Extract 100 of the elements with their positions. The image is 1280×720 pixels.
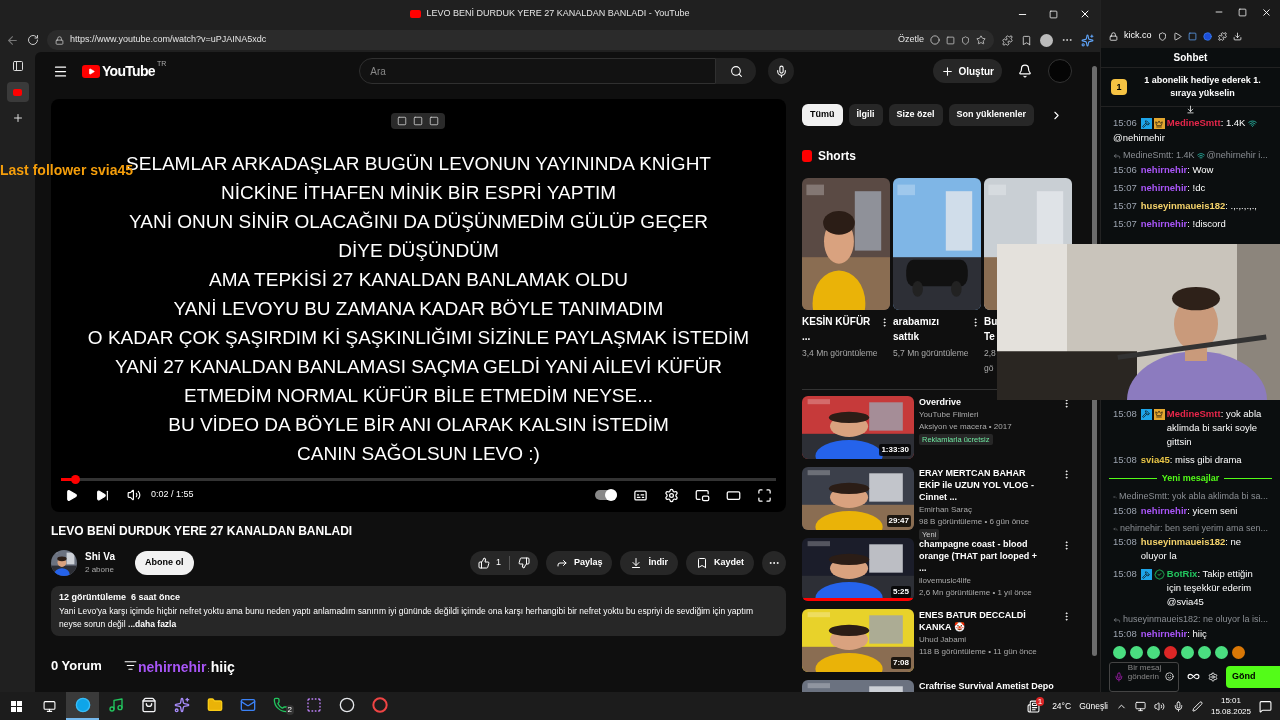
youtube-logo-icon[interactable] (82, 64, 100, 78)
store-icon (140, 697, 157, 713)
send-button[interactable]: Gönd (1226, 666, 1280, 688)
menu-icon[interactable] (53, 63, 68, 79)
short-title[interactable]: arabamızı sattık (893, 314, 963, 344)
clock-date[interactable]: 15.08.2025 (1210, 706, 1251, 717)
volume-icon[interactable] (1153, 700, 1165, 712)
create-button[interactable]: Oluştur (933, 59, 1002, 83)
notification-count: 2 (285, 705, 294, 715)
share-button[interactable]: Paylaş (545, 550, 613, 575)
emote-icon[interactable] (1198, 646, 1211, 659)
emoji-icon[interactable] (1165, 672, 1174, 682)
extensions-icon[interactable] (1002, 34, 1013, 46)
emote-icon[interactable] (1113, 646, 1126, 659)
hammer-badge-icon (1140, 118, 1152, 130)
description-text: Yani Levo'ya karşı içimde hiçbir nefret yoktu ama bunu neden yaptı anlamadım sanırım iyi gününde değildi içimde ona karşı herhangibi bir nefret yoktu bu espriyi de sevdiğim için yaptım neyse sorun değil ...daha fazla (59, 604, 755, 631)
emote-icon[interactable] (1215, 646, 1228, 659)
settings-icon[interactable] (1208, 672, 1218, 682)
close-icon[interactable] (1261, 6, 1272, 18)
channel-name[interactable]: Shi Va (85, 549, 115, 564)
miniplayer-icon[interactable] (695, 487, 710, 503)
filter-chip[interactable]: Tümü (802, 104, 843, 126)
save-button[interactable]: Kaydet (686, 550, 754, 575)
message-field[interactable]: Bir mesaj gönderin (1109, 662, 1179, 692)
verified-badge-icon (1153, 569, 1165, 581)
emote-icon[interactable] (1181, 646, 1194, 659)
download-button[interactable]: İndir (620, 550, 678, 575)
play-icon[interactable] (1172, 31, 1182, 41)
captions-icon[interactable] (633, 487, 648, 503)
download-icon[interactable] (1232, 31, 1242, 41)
subtitle-line: ETMEDİM NORMAL KÜFÜR BİLE ETMEDİM NEYSE... (183, 384, 654, 408)
refresh-icon[interactable] (27, 34, 39, 46)
fullscreen-icon[interactable] (757, 487, 772, 503)
url-text[interactable]: kick.co (1124, 29, 1152, 43)
channel-name[interactable]: YouTube Filmleri (919, 409, 1056, 421)
video-title-link[interactable]: ERAY MERTCAN BAHAR EKİP ile UZUN YOL VLOG - Cinnet ... (919, 467, 1056, 503)
address-bar[interactable]: https://www.youtube.com/watch?v=uPJAINA5xdc Özetle (47, 30, 994, 50)
volume-icon[interactable] (127, 488, 141, 502)
message-input[interactable]: Bir mesaj gönderin (1127, 663, 1162, 691)
filter-chip[interactable]: İlgili (848, 104, 883, 126)
plus-icon (941, 64, 955, 78)
chat-time: 15:07 (1113, 216, 1137, 231)
settings-icon[interactable] (664, 487, 679, 503)
tab-actions-icon[interactable] (11, 60, 24, 72)
filter-chip[interactable]: Size özel (888, 104, 943, 126)
search-field[interactable]: Ara (359, 58, 717, 84)
taskbar-app[interactable]: 2 (264, 692, 297, 720)
youtube-logo[interactable]: YouTube (102, 60, 155, 82)
weather-text[interactable]: Güneşli (1079, 699, 1108, 713)
voice-search-button[interactable] (768, 58, 795, 84)
assistant-icon[interactable] (1081, 33, 1094, 47)
show-more-link[interactable]: ...daha fazla (128, 618, 177, 629)
network-icon[interactable] (1134, 700, 1146, 712)
emote-icon[interactable] (1147, 646, 1160, 659)
channel-name[interactable]: Uhud Jabami (919, 634, 1056, 646)
search-button[interactable] (716, 58, 757, 84)
video-title: LEVO BENİ DURDUK YERE 27 KANALDAN BANLADI (51, 523, 354, 540)
rank-badge: 1 (1111, 79, 1127, 96)
sort-icon[interactable] (123, 658, 137, 672)
short-title[interactable]: KESİN KÜFÜR ... (802, 314, 872, 344)
subscribe-button[interactable]: Abone ol (135, 550, 194, 575)
lock-icon (1109, 31, 1118, 41)
new-tab-icon[interactable] (11, 112, 24, 124)
filter-chip[interactable]: Son yüklenenler (948, 104, 1035, 126)
notifications-icon[interactable] (1018, 64, 1032, 78)
short-views: 5,7 Mn görüntüleme (893, 347, 970, 360)
video-title-link[interactable]: champagne coast - blood orange (THAT part looped + ... (919, 538, 1056, 574)
play-icon[interactable] (65, 488, 78, 502)
pen-icon[interactable] (1191, 700, 1203, 712)
news-icon[interactable] (1026, 699, 1040, 713)
next-icon[interactable] (96, 488, 109, 502)
video-title-link[interactable]: Overdrive (919, 396, 1056, 408)
profile-avatar[interactable] (1040, 33, 1053, 47)
scroll-down-icon[interactable] (1186, 105, 1195, 115)
shield-icon[interactable] (1157, 31, 1167, 41)
emote-icon[interactable] (1130, 646, 1143, 659)
favorite-icon[interactable] (976, 35, 986, 45)
progress-thumb[interactable] (71, 475, 81, 484)
chat-time: 15:08 (1113, 407, 1137, 421)
maximize-icon[interactable] (1238, 7, 1247, 17)
autoplay-toggle[interactable] (595, 490, 617, 500)
emote-icon[interactable] (1232, 646, 1245, 659)
reply-text: huseyinmaueis182: ne oluyor la isi... (1122, 613, 1268, 627)
short-title[interactable]: Bu Te (984, 314, 998, 344)
video-title-link[interactable]: ENES BATUR DECCALDİ KANKA 🤡 (919, 609, 1056, 633)
microphone-icon[interactable] (1172, 700, 1184, 712)
favorites-icon[interactable] (1021, 34, 1032, 46)
description-panel[interactable] (51, 586, 786, 636)
channel-name[interactable]: ilovemusic4life (919, 575, 1056, 587)
channel-name[interactable]: Emirhan Saraç (919, 504, 1056, 516)
progress-track[interactable] (61, 478, 776, 481)
temperature[interactable]: 24°C (1052, 699, 1072, 713)
clock-time[interactable]: 15:01 (1220, 695, 1241, 706)
back-icon[interactable] (6, 33, 19, 47)
youtube-tab[interactable] (6, 82, 29, 102)
mail-icon (239, 697, 256, 713)
notifications-icon[interactable] (1259, 699, 1272, 713)
short-views: 2,8 gö (984, 347, 996, 375)
video-title-link[interactable]: Craftrise Survival Ametist Depo (919, 680, 1072, 692)
summarize-label[interactable]: Özetle (898, 33, 924, 47)
